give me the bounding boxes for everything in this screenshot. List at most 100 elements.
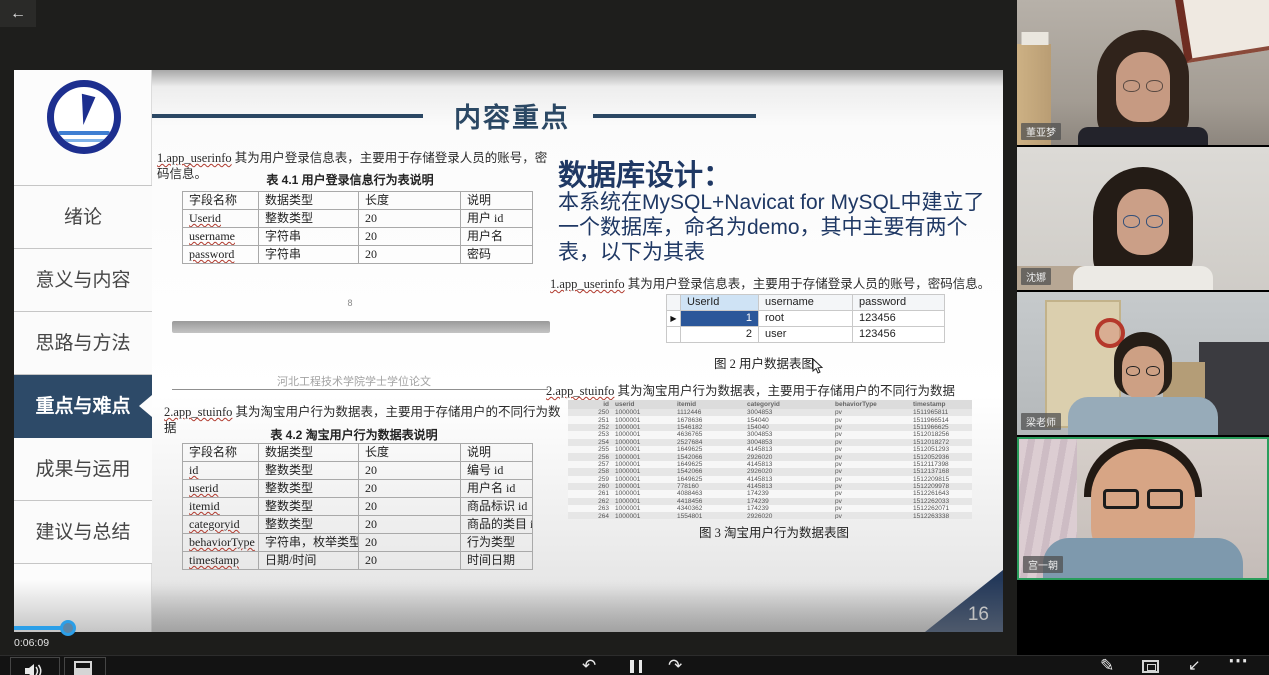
sidebar-item: 思路与方法 [14, 312, 152, 375]
table-row: username字符串20用户名 [183, 228, 533, 246]
layout-icon[interactable] [74, 661, 92, 675]
table-row: 250100000111124463004853pv1511965811 [568, 409, 972, 416]
table-cell: 1542066 [674, 468, 744, 475]
annotate-pencil-icon[interactable]: ✎ [1100, 657, 1114, 674]
field-term: 1.app_userinfo [550, 277, 625, 291]
table-cell: 1000001 [612, 453, 674, 460]
table-row: timestamp日期/时间20时间日期 [183, 552, 533, 570]
participant-video-4-speaking[interactable]: 宫一朝 [1017, 437, 1269, 580]
table-cell: 1511966514 [910, 416, 972, 423]
table-row: 2user123456 [667, 327, 945, 343]
table-cell: pv [832, 424, 910, 431]
table-cell: pv [832, 453, 910, 460]
elapsed-time: 0:06:09 [14, 637, 49, 649]
table-cell: 261 [568, 490, 612, 497]
table-4-2: 字段名称数据类型长度说明id整数类型20编号 iduserid整数类型20用户名… [182, 443, 533, 570]
table-row: 264100000115548012926020pv1512263338 [568, 512, 972, 519]
table-cell: 日期/时间 [259, 552, 359, 570]
table-cell: 1512117398 [910, 461, 972, 468]
glasses-decor [1123, 80, 1163, 92]
table-header-cell: 字段名称 [183, 192, 259, 210]
undo-icon[interactable]: ↶ [582, 657, 596, 674]
table-cell: 263 [568, 505, 612, 512]
table-row: 26110000014088463174239pv1512261643 [568, 490, 972, 497]
table-header-cell: itemid [674, 400, 744, 409]
back-button[interactable]: ← [0, 0, 36, 27]
table-row: 256100000115420662926020pv1512052936 [568, 453, 972, 460]
table-cell: 1000001 [612, 468, 674, 475]
participant-video-1[interactable]: 董亚梦 [1017, 0, 1269, 145]
table-cell: 密码 [461, 246, 533, 264]
table-cell: 20 [359, 552, 461, 570]
table-cell: 1000001 [612, 505, 674, 512]
pause-button[interactable] [630, 660, 642, 673]
table-cell: 1000001 [612, 446, 674, 453]
sidebar-item: 绪论 [14, 186, 152, 249]
table-cell: pv [832, 505, 910, 512]
table-header-cell: password [853, 295, 945, 311]
table-cell [667, 327, 681, 343]
table-cell: pv [832, 512, 910, 519]
redo-icon[interactable]: ↷ [668, 657, 682, 674]
table-cell: 1112446 [674, 409, 744, 416]
doc-paragraph: 2.app_stuinfo 其为淘宝用户行为数据表，主要用于存储用户的不同行为数… [546, 383, 992, 399]
table-cell: 123456 [853, 327, 945, 343]
volume-button[interactable] [10, 657, 60, 675]
empty-video-slot [1017, 582, 1269, 655]
table-cell: 4340362 [674, 505, 744, 512]
table-cell: 1512018256 [910, 431, 972, 438]
table-cell: id [183, 462, 259, 480]
slide-nav: 绪论意义与内容思路与方法重点与难点成果与运用建议与总结 [14, 185, 152, 564]
table-cell: 264 [568, 512, 612, 519]
glasses-decor [1123, 215, 1163, 228]
table-cell: 用户 id [461, 210, 533, 228]
table-cell: 4145813 [744, 446, 832, 453]
table-cell: 1554801 [674, 512, 744, 519]
table-cell: 250 [568, 409, 612, 416]
participant-video-3[interactable]: 梁老师 [1017, 292, 1269, 435]
table-cell: pv [832, 483, 910, 490]
university-logo-icon [47, 80, 121, 154]
table-cell: 251 [568, 416, 612, 423]
top-chrome: ← [0, 0, 1017, 70]
table-cell: 1 [681, 311, 759, 327]
table-header-cell: categoryid [744, 400, 832, 409]
minimize-arrow-icon[interactable]: ↙ [1188, 657, 1201, 674]
participant-person [1017, 147, 1269, 290]
mouse-cursor-icon [812, 358, 824, 374]
table-header-cell: 说明 [461, 444, 533, 462]
table-cell: 4145813 [744, 483, 832, 490]
playback-slider-handle[interactable] [60, 620, 76, 636]
table-cell: pv [832, 409, 910, 416]
table-cell: 778160 [674, 483, 744, 490]
table-cell: pv [832, 461, 910, 468]
table-header-cell: timestamp [910, 400, 972, 409]
sidebar-item: 建议与总结 [14, 501, 152, 564]
table-row: 26210000014418456174239pv1512262033 [568, 498, 972, 505]
table-cell: 编号 id [461, 462, 533, 480]
table-cell: 1511965811 [910, 409, 972, 416]
title-rule-right [593, 114, 756, 118]
table-cell: 1000001 [612, 476, 674, 483]
monitor-icon[interactable] [1142, 660, 1159, 673]
table-row: 257100000116496254145813pv1512117398 [568, 461, 972, 468]
more-options-icon[interactable]: ⋯ [1228, 653, 1248, 670]
table-row: userid整数类型20用户名 id [183, 480, 533, 498]
table-cell: userid [183, 480, 259, 498]
table-row: 25110000011678636154040pv1511966514 [568, 416, 972, 423]
doc-page-number: 8 [154, 298, 546, 308]
sidebar-item: 重点与难点 [14, 375, 152, 438]
table-cell: 2926020 [744, 468, 832, 475]
table-cell: 1649625 [674, 461, 744, 468]
table-cell: password [183, 246, 259, 264]
participant-video-2[interactable]: 沈娜 [1017, 147, 1269, 290]
table-cell: 4088463 [674, 490, 744, 497]
table-cell: 行为类型 [461, 534, 533, 552]
table-cell: 252 [568, 424, 612, 431]
table-cell: 255 [568, 446, 612, 453]
table-row: password字符串20密码 [183, 246, 533, 264]
slide-page-number: 16 [968, 604, 989, 626]
table-cell: 20 [359, 534, 461, 552]
table-cell: pv [832, 498, 910, 505]
speaker-icon [24, 663, 44, 675]
